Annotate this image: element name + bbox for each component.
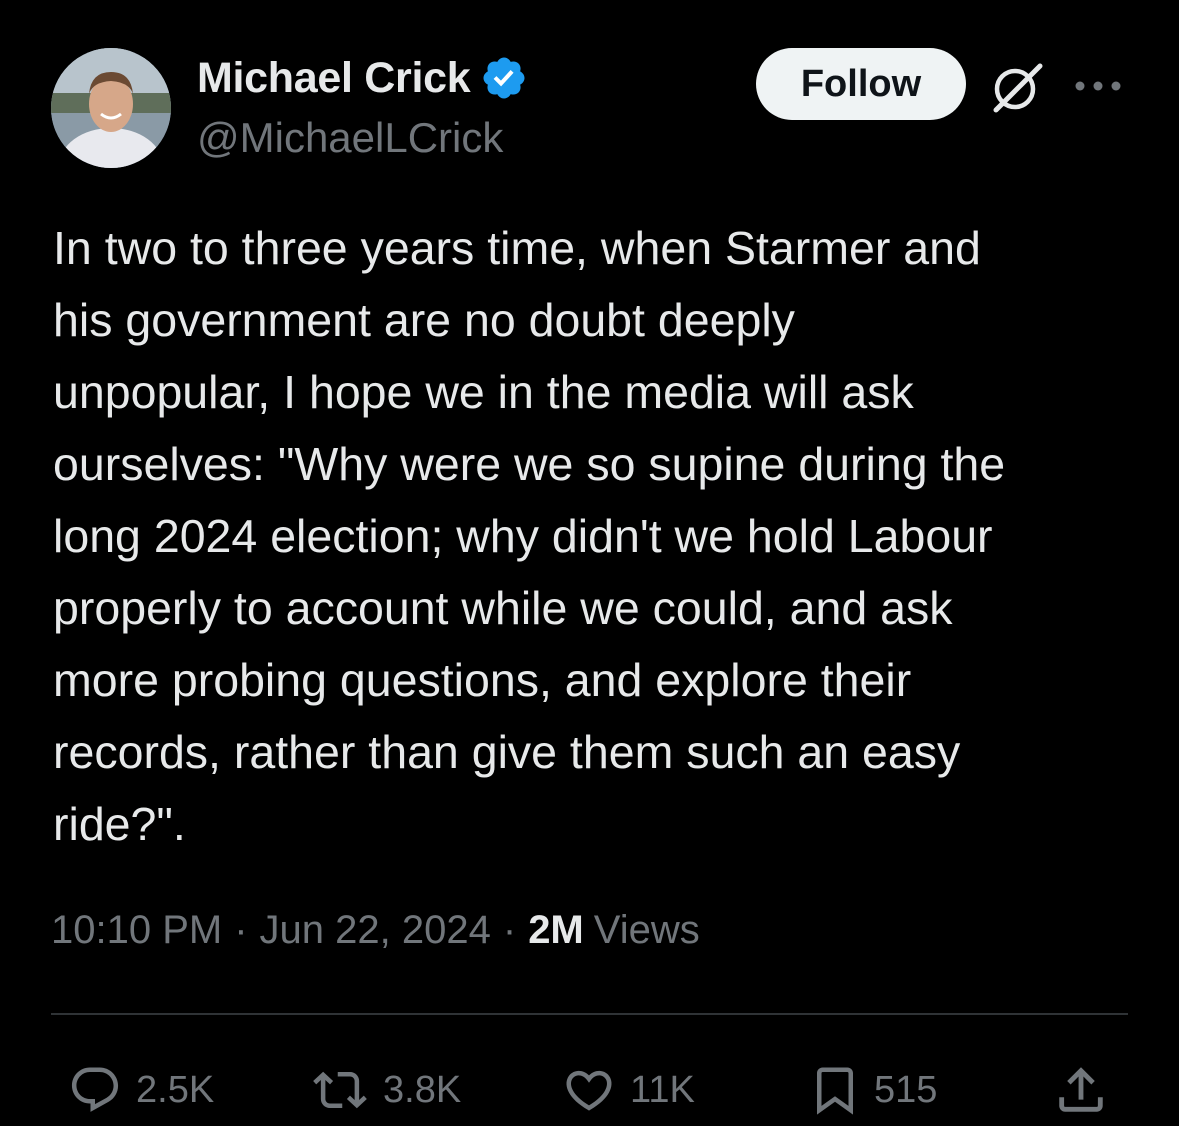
more-options-icon[interactable] <box>1072 74 1124 98</box>
follow-button[interactable]: Follow <box>756 48 966 120</box>
bookmark-button[interactable]: 515 <box>808 1060 937 1120</box>
share-button[interactable] <box>1052 1060 1110 1120</box>
grok-icon[interactable] <box>988 58 1048 116</box>
repost-icon <box>313 1071 367 1109</box>
meta-separator: · <box>234 908 248 952</box>
tweet-meta: 10:10 PM · Jun 22, 2024 · 2M Views <box>51 908 700 953</box>
tweet-date[interactable]: Jun 22, 2024 <box>260 908 491 953</box>
tweet-time[interactable]: 10:10 PM <box>51 908 222 953</box>
author-handle[interactable]: @MichaelLCrick <box>197 114 503 162</box>
repost-button[interactable]: 3.8K <box>309 1060 461 1120</box>
views-count[interactable]: 2M <box>528 908 584 953</box>
share-icon <box>1059 1067 1103 1112</box>
views-label: Views <box>593 908 700 952</box>
tweet-card: Michael Crick @MichaelLCrick Follow In t… <box>0 0 1179 1126</box>
like-count: 11K <box>630 1068 695 1111</box>
reply-count: 2.5K <box>136 1068 215 1111</box>
like-button[interactable]: 11K <box>560 1060 695 1120</box>
meta-separator: · <box>502 908 517 952</box>
heart-icon <box>566 1070 612 1111</box>
avatar[interactable] <box>51 48 171 168</box>
author-name-row[interactable]: Michael Crick <box>197 54 528 102</box>
reply-button[interactable]: 2.5K <box>66 1060 214 1120</box>
verified-badge-icon <box>480 54 528 102</box>
bookmark-icon <box>817 1067 853 1115</box>
divider <box>51 1013 1128 1015</box>
author-display-name[interactable]: Michael Crick <box>197 54 471 103</box>
repost-count: 3.8K <box>383 1068 462 1111</box>
tweet-text: In two to three years time, when Starmer… <box>53 222 1006 850</box>
bookmark-count: 515 <box>874 1068 938 1111</box>
reply-icon <box>71 1067 119 1112</box>
